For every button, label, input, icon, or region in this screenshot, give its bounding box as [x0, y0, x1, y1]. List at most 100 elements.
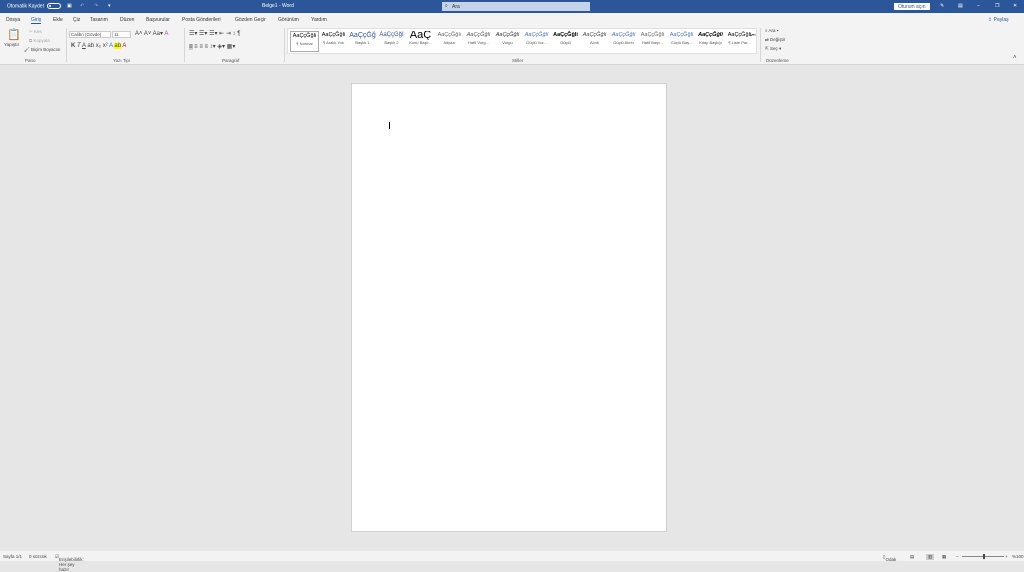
minimize-icon[interactable]: – [977, 3, 980, 9]
web-layout-icon[interactable]: ▦ [942, 554, 946, 560]
tab-dosya[interactable]: Dosya [6, 17, 20, 23]
font-size-select[interactable]: 11 [112, 31, 131, 38]
save-icon[interactable]: ▣ [67, 3, 72, 9]
tab-gorunum[interactable]: Görünüm [278, 17, 299, 23]
group-label-editing: Düzenleme [766, 58, 789, 63]
style-name: Hafif Vurg... [468, 40, 489, 45]
replace-button[interactable]: ⇄ Değiştir [765, 37, 785, 43]
zoom-slider-thumb[interactable] [983, 554, 985, 559]
style-9[interactable]: AaÇçĞğIi Güçlü [551, 31, 580, 45]
tab-basvurular[interactable]: Başvurular [146, 17, 170, 23]
tab-gozden-gecir[interactable]: Gözden Geçir [235, 17, 266, 23]
font-format-icons[interactable]: K T A ab x₂ x² A ab A [71, 43, 126, 49]
tab-yardim[interactable]: Yardım [311, 17, 327, 23]
style-sample: AaÇçĞğIi [524, 32, 549, 38]
divider [184, 28, 185, 62]
style-3[interactable]: AaÇçĞğI Başlık 2 [377, 31, 406, 45]
style-14[interactable]: AaÇçĞğIi Kitap Başlığı [696, 31, 725, 45]
style-4[interactable]: AaÇ Konu Başlı... [406, 31, 435, 45]
style-name: ¶ Liste Par... [728, 40, 751, 45]
customize-qat-icon[interactable]: ▾ [108, 3, 111, 9]
align-icons[interactable]: ≡ ≡ ≡ ≡ ↕▾ ◈▾ ▦▾ [189, 43, 235, 50]
style-name: Başlık 2 [384, 40, 399, 45]
tab-ekle[interactable]: Ekle [53, 17, 63, 23]
redo-icon[interactable]: ↷ [94, 3, 98, 9]
print-layout-icon[interactable]: ▥ [926, 554, 935, 560]
grow-font-icon[interactable]: A˄ A˅ Aa▾ A [135, 30, 168, 37]
ribbon-display-icon[interactable]: ▤ [958, 3, 963, 9]
tab-duzen[interactable]: Düzen [120, 17, 134, 23]
sign-in-button[interactable]: Oturum açın [894, 3, 930, 10]
tab-giris[interactable]: Giriş [31, 17, 42, 24]
styles-more-icon[interactable]: ▴▾▿ [750, 31, 756, 38]
tab-posta[interactable]: Posta Gönderileri [182, 17, 221, 23]
zoom-level[interactable]: %100 [1012, 554, 1024, 559]
group-label-pano: Pano [25, 58, 36, 63]
style-sample: AaÇçĞğIi [611, 32, 636, 38]
style-10[interactable]: AaÇçĞğIi Alıntı [580, 31, 609, 45]
accessibility-label: Erişilebilirlik: Her şey hazır [59, 557, 84, 572]
style-1[interactable]: AaÇçĞğIi ¶ Aralık Yok [319, 31, 348, 45]
pen-icon[interactable]: ✎ [940, 3, 944, 9]
style-sample: AaÇçĞğIi [321, 32, 346, 38]
style-name: Altyazı [443, 40, 456, 45]
style-12[interactable]: AaÇçĞğIi Hafif Başv... [638, 31, 667, 45]
zoom-slider[interactable] [962, 554, 1004, 559]
text-cursor [389, 122, 390, 129]
collapse-ribbon-icon[interactable]: ˄ [1013, 55, 1017, 61]
style-name: Güçlü Alıntı [613, 40, 634, 45]
group-label-styles: Stiller [512, 58, 524, 63]
title-bar: Otomatik Kaydet ▣ ↶ ↷ ▾ Belge1 - Word ⌕ A… [0, 0, 1024, 13]
undo-icon[interactable]: ↶ [80, 3, 84, 9]
autosave-toggle[interactable] [46, 3, 61, 9]
status-bar: Sayfa 1/1 0 sözcük ☑ Erişilebilirlik: He… [0, 551, 1024, 572]
list-icons[interactable]: ☰▾ ☰▾ ☰▾ ⇤ ⇥ ↕ ¶ [189, 30, 240, 37]
style-8[interactable]: AaÇçĞğIi Güçlü Vur... [522, 31, 551, 45]
focus-button[interactable]: ▯ Odak [883, 554, 896, 562]
read-mode-icon[interactable]: ▤ [910, 554, 914, 560]
style-sample: AaÇçĞğI [379, 32, 404, 38]
style-sample: AaÇ [409, 31, 432, 40]
close-icon[interactable]: ✕ [1013, 3, 1017, 9]
page-count[interactable]: Sayfa 1/1 [3, 554, 22, 559]
style-name: Başlık 1 [355, 40, 370, 45]
accessibility-status[interactable]: ☑ Erişilebilirlik: Her şey hazır [55, 554, 84, 572]
style-5[interactable]: AaÇçĞğIı Altyazı [435, 31, 464, 45]
zoom-in-icon[interactable]: + [1005, 554, 1008, 559]
style-13[interactable]: AaÇçĞğIi Güçlü Baş... [667, 31, 696, 45]
document-page[interactable] [351, 83, 667, 532]
restore-icon[interactable]: ❐ [995, 3, 999, 9]
style-2[interactable]: AaÇçĞğ Başlık 1 [348, 31, 377, 45]
word-count[interactable]: 0 sözcük [29, 554, 47, 559]
font-name-select[interactable]: Calibri (Gövde) [69, 31, 111, 38]
select-button[interactable]: ⇱ Seç ▾ [765, 46, 781, 52]
tab-ciz[interactable]: Çiz [73, 17, 80, 23]
copy-button[interactable]: ⧉ Kopyala [29, 38, 50, 43]
find-button[interactable]: ⌕ Ara ▾ [765, 28, 779, 33]
share-label: Paylaş [993, 17, 1009, 23]
cut-button[interactable]: ✂ Kes [29, 29, 42, 35]
search-box[interactable]: ⌕ Ara [442, 2, 590, 11]
autosave-label: Otomatik Kaydet [7, 3, 44, 10]
focus-label: Odak [885, 557, 897, 562]
ribbon: 📋 Yapıştır ✂ Kes ⧉ Kopyala 🖌 Biçim Boyac… [0, 25, 1024, 65]
paste-icon[interactable]: 📋 [7, 28, 21, 41]
style-sample: AaÇçĞğIi [582, 32, 607, 38]
style-name: Güçlü [560, 40, 571, 45]
select-label: Seç [770, 46, 778, 51]
autosave[interactable]: Otomatik Kaydet [7, 3, 61, 9]
paste-button[interactable]: Yapıştır [4, 42, 19, 47]
search-input[interactable]: Ara [452, 4, 460, 10]
share-button[interactable]: ⇪ Paylaş [988, 17, 1009, 23]
replace-label: Değiştir [770, 37, 786, 42]
style-11[interactable]: AaÇçĞğIi Güçlü Alıntı [609, 31, 638, 45]
tab-tasarim[interactable]: Tasarım [90, 17, 108, 23]
style-name: Vurgu [502, 40, 513, 45]
style-7[interactable]: AaÇçĞğIi Vurgu [493, 31, 522, 45]
style-6[interactable]: AaÇçĞğIi Hafif Vurg... [464, 31, 493, 45]
zoom-out-icon[interactable]: – [956, 554, 959, 559]
divider [284, 28, 285, 62]
style-sample: AaÇçĞğ [349, 32, 376, 39]
format-painter-button[interactable]: 🖌 Biçim Boyacısı [24, 47, 60, 53]
style-0[interactable]: AaÇçĞğIi ¶ Normal [290, 31, 319, 52]
